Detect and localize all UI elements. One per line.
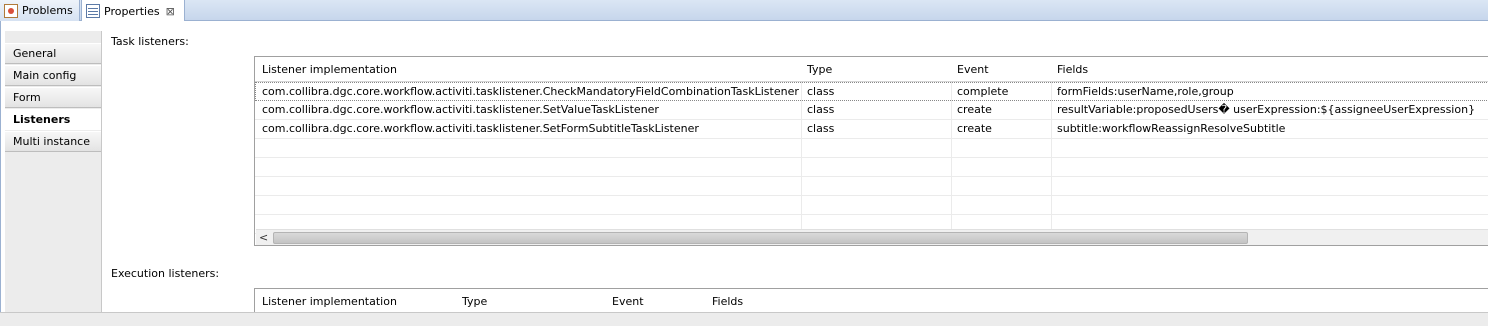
column-header-event[interactable]: Event bbox=[612, 295, 644, 308]
sidebar-item-main-config[interactable]: Main config bbox=[5, 65, 101, 86]
cell-fields: resultVariable:proposedUsers� userExpres… bbox=[1057, 103, 1476, 116]
table-row-empty bbox=[255, 177, 1488, 196]
cell-event: create bbox=[957, 122, 992, 135]
column-header-type[interactable]: Type bbox=[462, 295, 487, 308]
horizontal-scrollbar[interactable]: < bbox=[256, 229, 1488, 245]
sidebar-item-multi-instance[interactable]: Multi instance bbox=[5, 131, 101, 152]
task-listeners-label: Task listeners: bbox=[111, 35, 189, 48]
sidebar-item-general[interactable]: General bbox=[5, 43, 101, 64]
view-tab-bar: Problems Properties ⊠ bbox=[0, 0, 1488, 22]
sidebar-item-label: Main config bbox=[13, 69, 77, 82]
table-row[interactable]: com.collibra.dgc.core.workflow.activiti.… bbox=[255, 101, 1488, 120]
properties-panel: General Main config Form Listeners Multi… bbox=[0, 21, 1488, 318]
table-row-empty bbox=[255, 196, 1488, 215]
cell-type: class bbox=[807, 122, 835, 135]
task-listeners-table: Listener implementation Type Event Field… bbox=[254, 56, 1488, 246]
scrollbar-thumb[interactable] bbox=[273, 232, 1248, 244]
table-row-empty bbox=[255, 139, 1488, 158]
table-header: Listener implementation Type Event Field… bbox=[255, 289, 1488, 314]
sidebar-item-label: General bbox=[13, 47, 57, 60]
table-row-empty bbox=[255, 158, 1488, 177]
cell-implementation: com.collibra.dgc.core.workflow.activiti.… bbox=[262, 85, 799, 98]
column-header-event[interactable]: Event bbox=[957, 63, 989, 76]
tab-properties[interactable]: Properties ⊠ bbox=[81, 0, 185, 22]
execution-listeners-label: Execution listeners: bbox=[111, 267, 220, 280]
table-row[interactable]: com.collibra.dgc.core.workflow.activiti.… bbox=[255, 82, 1488, 101]
cell-event: complete bbox=[957, 85, 1009, 98]
column-header-listener-implementation[interactable]: Listener implementation bbox=[262, 295, 397, 308]
tab-properties-label: Properties bbox=[104, 4, 160, 18]
cell-type: class bbox=[807, 85, 835, 98]
problems-icon bbox=[4, 3, 18, 18]
sidebar-item-label: Listeners bbox=[13, 113, 71, 126]
sidebar-item-label: Form bbox=[13, 91, 41, 104]
cell-fields: formFields:userName,role,group bbox=[1057, 85, 1234, 98]
cell-event: create bbox=[957, 103, 992, 116]
column-header-fields[interactable]: Fields bbox=[1057, 63, 1088, 76]
cell-implementation: com.collibra.dgc.core.workflow.activiti.… bbox=[262, 122, 699, 135]
tab-problems-label: Problems bbox=[22, 4, 73, 17]
cell-implementation: com.collibra.dgc.core.workflow.activiti.… bbox=[262, 103, 659, 116]
properties-icon bbox=[86, 4, 100, 18]
sidebar-item-form[interactable]: Form bbox=[5, 87, 101, 108]
column-header-type[interactable]: Type bbox=[807, 63, 832, 76]
status-strip bbox=[0, 312, 1488, 326]
cell-fields: subtitle:workflowReassignResolveSubtitle bbox=[1057, 122, 1286, 135]
tab-problems[interactable]: Problems bbox=[0, 0, 80, 21]
column-header-fields[interactable]: Fields bbox=[712, 295, 743, 308]
table-row[interactable]: com.collibra.dgc.core.workflow.activiti.… bbox=[255, 120, 1488, 139]
column-header-listener-implementation[interactable]: Listener implementation bbox=[262, 63, 397, 76]
scroll-left-arrow-icon[interactable]: < bbox=[259, 231, 268, 244]
table-header: Listener implementation Type Event Field… bbox=[255, 57, 1488, 82]
sidebar-item-label: Multi instance bbox=[13, 135, 90, 148]
cell-type: class bbox=[807, 103, 835, 116]
close-icon[interactable]: ⊠ bbox=[166, 5, 175, 18]
properties-sidebar: General Main config Form Listeners Multi… bbox=[5, 31, 102, 312]
sidebar-item-listeners[interactable]: Listeners bbox=[5, 109, 101, 130]
